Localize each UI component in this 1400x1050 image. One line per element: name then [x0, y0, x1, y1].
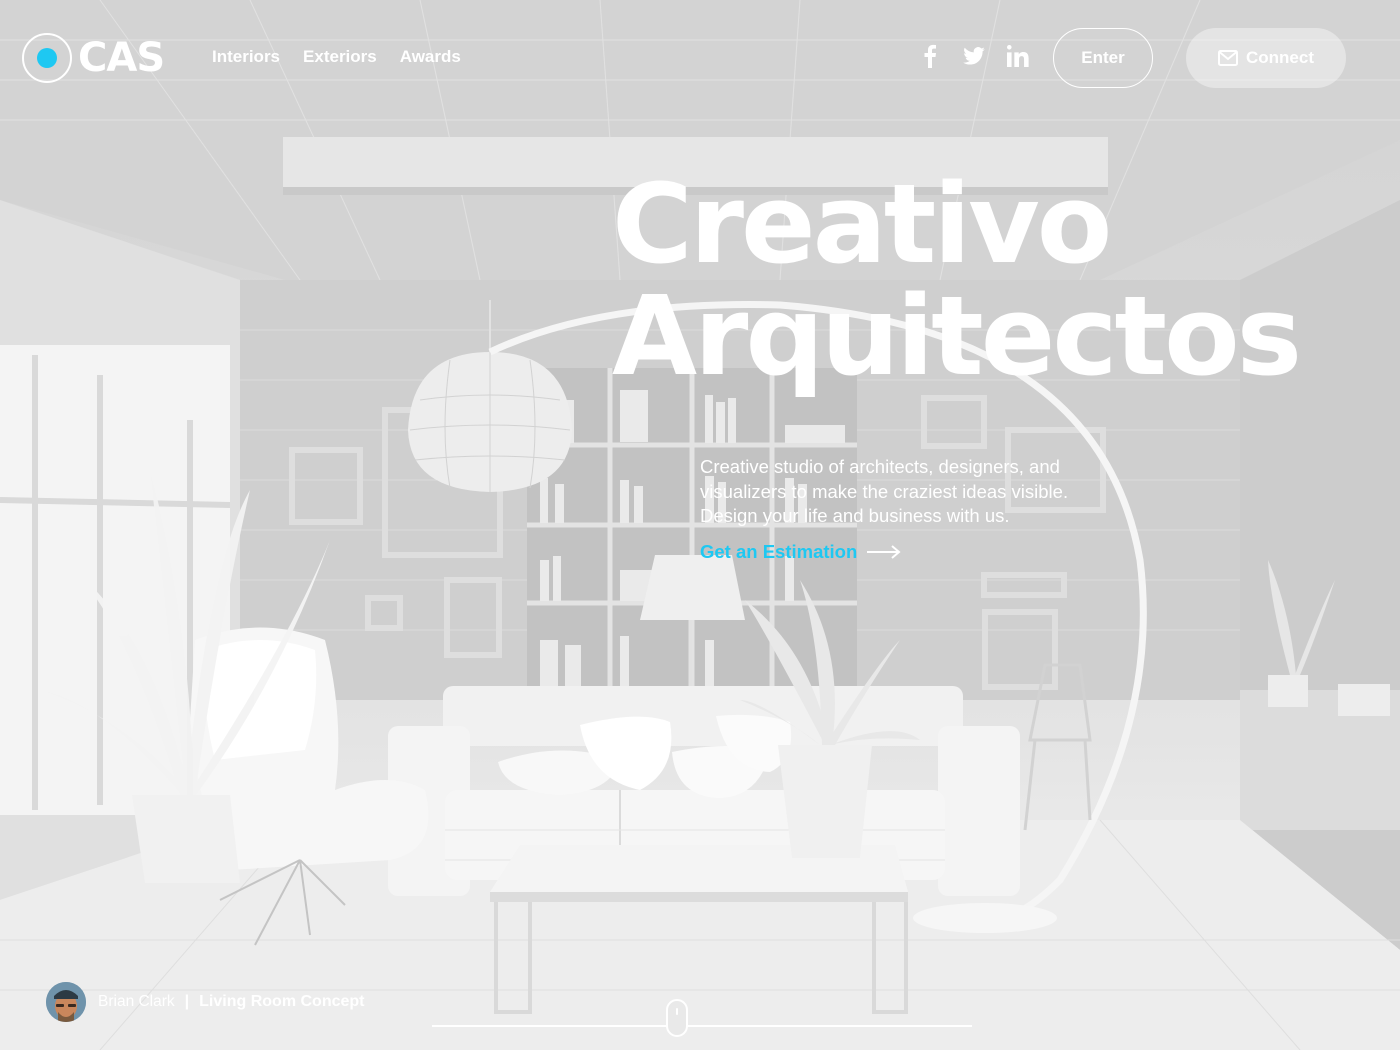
- connect-button[interactable]: Connect: [1186, 28, 1346, 88]
- hero-description-line: Creative studio of architects, designers…: [700, 456, 1060, 477]
- social-links: [918, 44, 1030, 68]
- twitter-icon[interactable]: [962, 44, 986, 68]
- nav-item-exteriors[interactable]: Exteriors: [303, 47, 377, 67]
- hero-description: Creative studio of architects, designers…: [700, 455, 1140, 529]
- brand-logo[interactable]: CAS: [22, 33, 165, 83]
- mouse-scroll-icon[interactable]: [666, 999, 688, 1037]
- hero-title-line-1: Creativo: [612, 160, 1112, 288]
- main-nav: Interiors Exteriors Awards: [212, 47, 461, 67]
- linkedin-icon[interactable]: [1006, 44, 1030, 68]
- facebook-icon[interactable]: [918, 44, 942, 68]
- credit-separator: |: [184, 993, 190, 1010]
- hero-description-line: Design your life and business with us.: [700, 505, 1010, 526]
- project-credit: Brian Clark | Living Room Concept: [46, 982, 364, 1022]
- credit-project-title: Living Room Concept: [199, 993, 365, 1010]
- hero-title: Creativo Arquitectos: [612, 160, 1302, 400]
- nav-item-interiors[interactable]: Interiors: [212, 47, 280, 67]
- nav-item-awards[interactable]: Awards: [400, 47, 461, 67]
- enter-button[interactable]: Enter: [1053, 28, 1153, 88]
- get-estimation-link[interactable]: Get an Estimation: [700, 541, 901, 563]
- avatar[interactable]: [46, 982, 86, 1022]
- cta-label: Get an Estimation: [700, 541, 858, 562]
- hero-title-line-2: Arquitectos: [612, 272, 1302, 400]
- mail-icon: [1218, 50, 1238, 66]
- logo-ring-icon: [22, 33, 72, 83]
- scroll-progress-line: [432, 1025, 972, 1027]
- hero-description-line: visualizers to make the craziest ideas v…: [700, 480, 1069, 502]
- connect-label: Connect: [1246, 48, 1314, 67]
- credit-author: Brian Clark: [98, 993, 175, 1010]
- arrow-right-icon: [867, 545, 901, 559]
- logo-dot: [37, 48, 57, 68]
- logo-text: CAS: [78, 35, 165, 81]
